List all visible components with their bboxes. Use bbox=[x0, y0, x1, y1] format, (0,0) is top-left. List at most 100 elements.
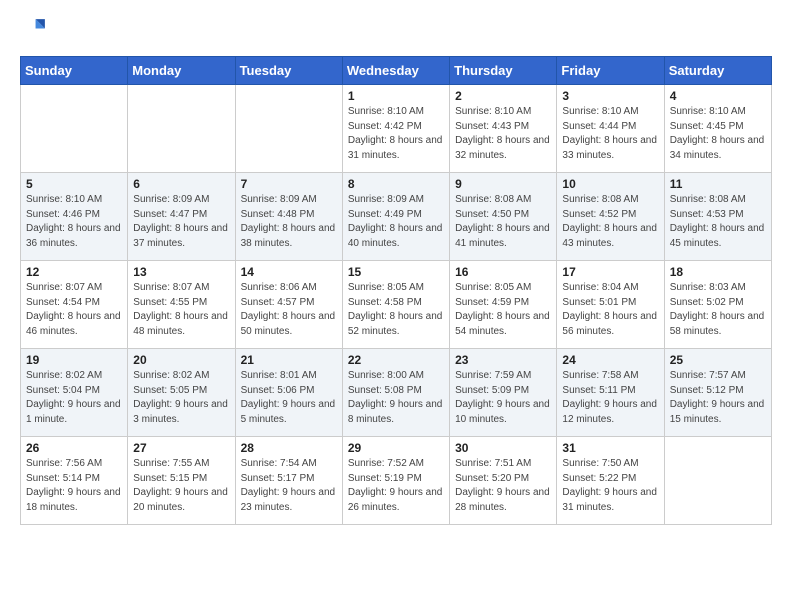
day-header-saturday: Saturday bbox=[664, 57, 771, 85]
calendar-cell: 11 Sunrise: 8:08 AM Sunset: 4:53 PM Dayli… bbox=[664, 173, 771, 261]
day-info: Sunrise: 8:10 AM Sunset: 4:44 PM Dayligh… bbox=[562, 105, 658, 163]
calendar-cell: 5 Sunrise: 8:10 AM Sunset: 4:46 PM Daylig… bbox=[21, 173, 128, 261]
calendar-cell: 19 Sunrise: 8:02 AM Sunset: 5:04 PM Dayli… bbox=[21, 349, 128, 437]
calendar-week-5: 26 Sunrise: 7:56 AM Sunset: 5:14 PM Dayli… bbox=[21, 437, 772, 525]
calendar-cell: 20 Sunrise: 8:02 AM Sunset: 5:05 PM Dayli… bbox=[128, 349, 235, 437]
day-number: 13 bbox=[133, 265, 229, 279]
day-number: 24 bbox=[562, 353, 658, 367]
day-info: Sunrise: 8:09 AM Sunset: 4:49 PM Dayligh… bbox=[348, 193, 444, 251]
day-info: Sunrise: 7:50 AM Sunset: 5:22 PM Dayligh… bbox=[562, 457, 658, 515]
calendar-cell bbox=[128, 85, 235, 173]
calendar-cell: 15 Sunrise: 8:05 AM Sunset: 4:58 PM Dayli… bbox=[342, 261, 449, 349]
day-number: 18 bbox=[670, 265, 766, 279]
day-info: Sunrise: 8:05 AM Sunset: 4:59 PM Dayligh… bbox=[455, 281, 551, 339]
day-info: Sunrise: 8:05 AM Sunset: 4:58 PM Dayligh… bbox=[348, 281, 444, 339]
day-number: 27 bbox=[133, 441, 229, 455]
day-info: Sunrise: 8:08 AM Sunset: 4:53 PM Dayligh… bbox=[670, 193, 766, 251]
calendar-cell: 23Sunrise: 7:59 AM Sunset: 5:09 PM Dayli… bbox=[450, 349, 557, 437]
page: SundayMondayTuesdayWednesdayThursdayFrid… bbox=[0, 0, 792, 541]
day-number: 28 bbox=[241, 441, 337, 455]
day-info: Sunrise: 8:08 AM Sunset: 4:52 PM Dayligh… bbox=[562, 193, 658, 251]
logo-icon bbox=[20, 16, 48, 44]
day-header-tuesday: Tuesday bbox=[235, 57, 342, 85]
day-number: 2 bbox=[455, 89, 551, 103]
day-number: 10 bbox=[562, 177, 658, 191]
day-header-friday: Friday bbox=[557, 57, 664, 85]
day-info: Sunrise: 8:07 AM Sunset: 4:55 PM Dayligh… bbox=[133, 281, 229, 339]
day-number: 4 bbox=[670, 89, 766, 103]
day-info: Sunrise: 7:55 AM Sunset: 5:15 PM Dayligh… bbox=[133, 457, 229, 515]
day-header-wednesday: Wednesday bbox=[342, 57, 449, 85]
day-info: Sunrise: 7:52 AM Sunset: 5:19 PM Dayligh… bbox=[348, 457, 444, 515]
calendar-cell: 29 Sunrise: 7:52 AM Sunset: 5:19 PM Dayli… bbox=[342, 437, 449, 525]
calendar-cell: 1 Sunrise: 8:10 AM Sunset: 4:42 PM Daylig… bbox=[342, 85, 449, 173]
calendar-cell bbox=[21, 85, 128, 173]
calendar-cell: 13 Sunrise: 8:07 AM Sunset: 4:55 PM Dayli… bbox=[128, 261, 235, 349]
day-number: 14 bbox=[241, 265, 337, 279]
day-info: Sunrise: 8:03 AM Sunset: 5:02 PM Dayligh… bbox=[670, 281, 766, 339]
calendar-cell: 30 Sunrise: 7:51 AM Sunset: 5:20 PM Dayli… bbox=[450, 437, 557, 525]
day-header-monday: Monday bbox=[128, 57, 235, 85]
day-number: 30 bbox=[455, 441, 551, 455]
calendar-cell: 3 Sunrise: 8:10 AM Sunset: 4:44 PM Daylig… bbox=[557, 85, 664, 173]
day-info: Sunrise: 7:51 AM Sunset: 5:20 PM Dayligh… bbox=[455, 457, 551, 515]
calendar-cell: 14 Sunrise: 8:06 AM Sunset: 4:57 PM Dayli… bbox=[235, 261, 342, 349]
calendar-cell: 18 Sunrise: 8:03 AM Sunset: 5:02 PM Dayli… bbox=[664, 261, 771, 349]
calendar-cell: 12 Sunrise: 8:07 AM Sunset: 4:54 PM Dayli… bbox=[21, 261, 128, 349]
day-info: Sunrise: 8:09 AM Sunset: 4:47 PM Dayligh… bbox=[133, 193, 229, 251]
calendar-cell: 25Sunrise: 7:57 AM Sunset: 5:12 PM Dayli… bbox=[664, 349, 771, 437]
day-number: 26 bbox=[26, 441, 122, 455]
day-number: 21 bbox=[241, 353, 337, 367]
day-number: 1 bbox=[348, 89, 444, 103]
day-number: 11 bbox=[670, 177, 766, 191]
day-info: Sunrise: 8:07 AM Sunset: 4:54 PM Dayligh… bbox=[26, 281, 122, 339]
day-info: Sunrise: 8:10 AM Sunset: 4:42 PM Dayligh… bbox=[348, 105, 444, 163]
day-number: 29 bbox=[348, 441, 444, 455]
day-number: 7 bbox=[241, 177, 337, 191]
day-info: Sunrise: 8:10 AM Sunset: 4:43 PM Dayligh… bbox=[455, 105, 551, 163]
day-info: Sunrise: 7:56 AM Sunset: 5:14 PM Dayligh… bbox=[26, 457, 122, 515]
day-info: Sunrise: 8:06 AM Sunset: 4:57 PM Dayligh… bbox=[241, 281, 337, 339]
header bbox=[20, 16, 772, 44]
calendar-week-1: 1 Sunrise: 8:10 AM Sunset: 4:42 PM Daylig… bbox=[21, 85, 772, 173]
calendar-cell: 24 Sunrise: 7:58 AM Sunset: 5:11 PM Dayli… bbox=[557, 349, 664, 437]
day-info: Sunrise: 8:00 AM Sunset: 5:08 PM Dayligh… bbox=[348, 369, 444, 427]
calendar-cell: 8 Sunrise: 8:09 AM Sunset: 4:49 PM Daylig… bbox=[342, 173, 449, 261]
day-info: Sunrise: 8:01 AM Sunset: 5:06 PM Dayligh… bbox=[241, 369, 337, 427]
day-info: Sunrise: 7:58 AM Sunset: 5:11 PM Dayligh… bbox=[562, 369, 658, 427]
day-number: 20 bbox=[133, 353, 229, 367]
day-number: 6 bbox=[133, 177, 229, 191]
day-info: Sunrise: 7:59 AM Sunset: 5:09 PM Dayligh… bbox=[455, 369, 551, 427]
day-number: 19 bbox=[26, 353, 122, 367]
day-info: Sunrise: 8:10 AM Sunset: 4:45 PM Dayligh… bbox=[670, 105, 766, 163]
day-info: Sunrise: 8:04 AM Sunset: 5:01 PM Dayligh… bbox=[562, 281, 658, 339]
day-info: Sunrise: 8:02 AM Sunset: 5:05 PM Dayligh… bbox=[133, 369, 229, 427]
calendar-cell: 28Sunrise: 7:54 AM Sunset: 5:17 PM Dayli… bbox=[235, 437, 342, 525]
calendar-cell: 21 Sunrise: 8:01 AM Sunset: 5:06 PM Dayli… bbox=[235, 349, 342, 437]
day-header-thursday: Thursday bbox=[450, 57, 557, 85]
day-info: Sunrise: 8:10 AM Sunset: 4:46 PM Dayligh… bbox=[26, 193, 122, 251]
calendar-cell bbox=[664, 437, 771, 525]
day-number: 17 bbox=[562, 265, 658, 279]
calendar-cell: 4 Sunrise: 8:10 AM Sunset: 4:45 PM Daylig… bbox=[664, 85, 771, 173]
calendar-week-2: 5 Sunrise: 8:10 AM Sunset: 4:46 PM Daylig… bbox=[21, 173, 772, 261]
day-number: 5 bbox=[26, 177, 122, 191]
logo bbox=[20, 16, 52, 44]
day-number: 31 bbox=[562, 441, 658, 455]
calendar-cell: 22Sunrise: 8:00 AM Sunset: 5:08 PM Dayli… bbox=[342, 349, 449, 437]
day-number: 8 bbox=[348, 177, 444, 191]
day-number: 3 bbox=[562, 89, 658, 103]
calendar-cell bbox=[235, 85, 342, 173]
calendar-cell: 2 Sunrise: 8:10 AM Sunset: 4:43 PM Daylig… bbox=[450, 85, 557, 173]
day-info: Sunrise: 8:09 AM Sunset: 4:48 PM Dayligh… bbox=[241, 193, 337, 251]
day-number: 25 bbox=[670, 353, 766, 367]
day-info: Sunrise: 8:02 AM Sunset: 5:04 PM Dayligh… bbox=[26, 369, 122, 427]
calendar: SundayMondayTuesdayWednesdayThursdayFrid… bbox=[20, 56, 772, 525]
day-number: 12 bbox=[26, 265, 122, 279]
day-header-sunday: Sunday bbox=[21, 57, 128, 85]
calendar-cell: 31 Sunrise: 7:50 AM Sunset: 5:22 PM Dayli… bbox=[557, 437, 664, 525]
day-info: Sunrise: 8:08 AM Sunset: 4:50 PM Dayligh… bbox=[455, 193, 551, 251]
day-number: 15 bbox=[348, 265, 444, 279]
calendar-cell: 27 Sunrise: 7:55 AM Sunset: 5:15 PM Dayli… bbox=[128, 437, 235, 525]
calendar-cell: 17 Sunrise: 8:04 AM Sunset: 5:01 PM Dayli… bbox=[557, 261, 664, 349]
